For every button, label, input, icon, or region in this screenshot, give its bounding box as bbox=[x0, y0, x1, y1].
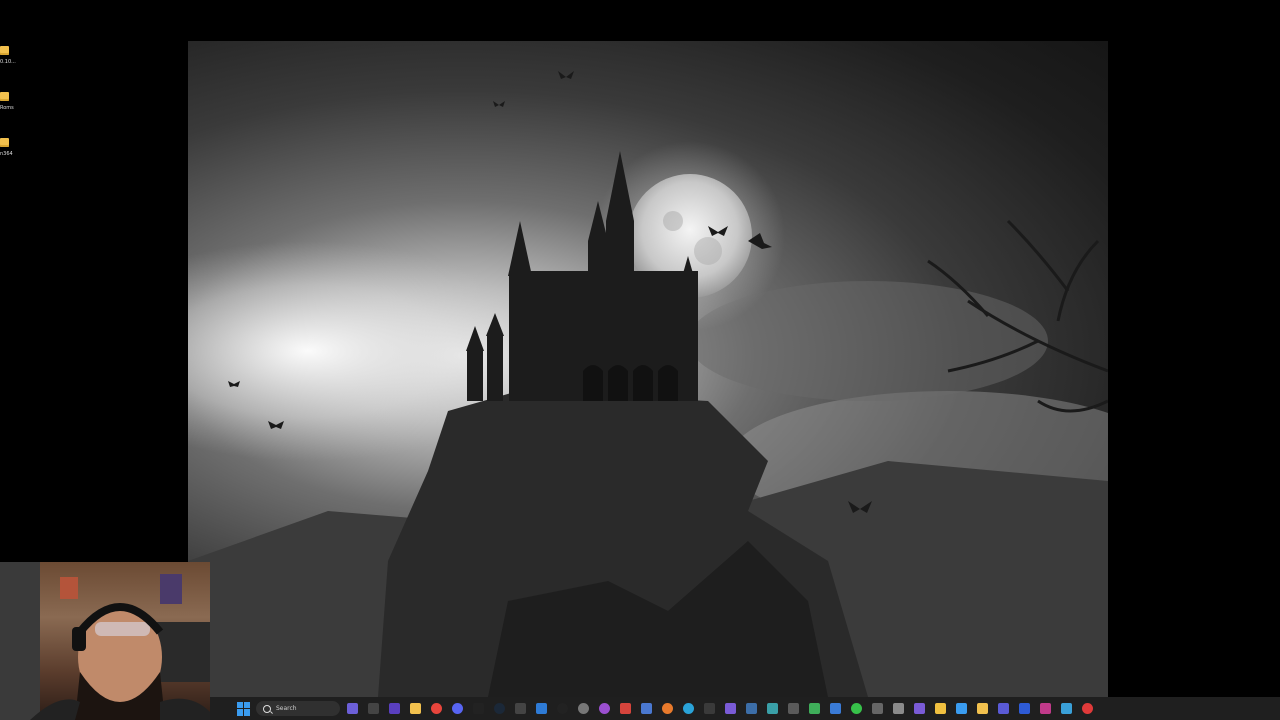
castle-painting-svg bbox=[188, 71, 1108, 697]
app-icon[interactable] bbox=[851, 703, 862, 714]
steam-icon[interactable] bbox=[494, 703, 505, 714]
taskbar-apps bbox=[342, 703, 1098, 714]
chat-icon[interactable] bbox=[452, 703, 463, 714]
explorer-icon[interactable] bbox=[368, 703, 379, 714]
start-button[interactable] bbox=[237, 701, 251, 716]
widgets-icon[interactable] bbox=[347, 703, 358, 714]
search-placeholder: Search bbox=[276, 705, 297, 712]
webcam-feed bbox=[0, 562, 210, 720]
terminal-icon[interactable] bbox=[473, 703, 484, 714]
desktop-folder-label: Roms bbox=[0, 105, 14, 111]
app-icon[interactable] bbox=[788, 703, 799, 714]
chrome-icon[interactable] bbox=[431, 703, 442, 714]
app-icon[interactable] bbox=[536, 703, 547, 714]
xbox-icon[interactable] bbox=[515, 703, 526, 714]
app-icon[interactable] bbox=[725, 703, 736, 714]
app-icon[interactable] bbox=[767, 703, 778, 714]
app-icon[interactable] bbox=[809, 703, 820, 714]
app-icon[interactable] bbox=[641, 703, 652, 714]
webcam-overlay bbox=[0, 562, 210, 720]
app-icon[interactable] bbox=[830, 703, 841, 714]
desktop-folder[interactable]: 0.10... bbox=[0, 46, 20, 65]
firefox-icon[interactable] bbox=[662, 703, 673, 714]
windows-logo-icon bbox=[237, 701, 243, 708]
search-icon bbox=[263, 704, 271, 713]
app-icon[interactable] bbox=[872, 703, 883, 714]
desktop-folder-label: 0.10... bbox=[0, 59, 16, 65]
app-icon[interactable] bbox=[578, 703, 589, 714]
app-icon[interactable] bbox=[914, 703, 925, 714]
taskbar-search[interactable]: Search bbox=[256, 701, 340, 716]
gallery-icon[interactable] bbox=[389, 703, 400, 714]
desktop-folder[interactable]: n364 bbox=[0, 138, 20, 157]
app-icon[interactable] bbox=[704, 703, 715, 714]
desktop-folder-label: n364 bbox=[0, 151, 13, 157]
app-icon[interactable] bbox=[599, 703, 610, 714]
app-icon[interactable] bbox=[935, 703, 946, 714]
obs-icon[interactable] bbox=[557, 703, 568, 714]
app-icon[interactable] bbox=[1040, 703, 1051, 714]
app-icon[interactable] bbox=[998, 703, 1009, 714]
taskbar: Search bbox=[210, 697, 1280, 720]
app-icon[interactable] bbox=[746, 703, 757, 714]
app-icon[interactable] bbox=[893, 703, 904, 714]
files-icon[interactable] bbox=[410, 703, 421, 714]
app-icon[interactable] bbox=[1019, 703, 1030, 714]
desktop-folder[interactable]: Roms bbox=[0, 92, 20, 111]
edge-icon[interactable] bbox=[683, 703, 694, 714]
folder-icon bbox=[0, 46, 9, 55]
castle-painting bbox=[188, 41, 1108, 697]
record-icon[interactable] bbox=[1082, 703, 1093, 714]
folder-icon bbox=[0, 138, 9, 147]
folder-icon bbox=[0, 92, 9, 101]
notepad-icon[interactable] bbox=[1061, 703, 1072, 714]
app-icon[interactable] bbox=[956, 703, 967, 714]
app-icon[interactable] bbox=[620, 703, 631, 714]
app-icon[interactable] bbox=[977, 703, 988, 714]
